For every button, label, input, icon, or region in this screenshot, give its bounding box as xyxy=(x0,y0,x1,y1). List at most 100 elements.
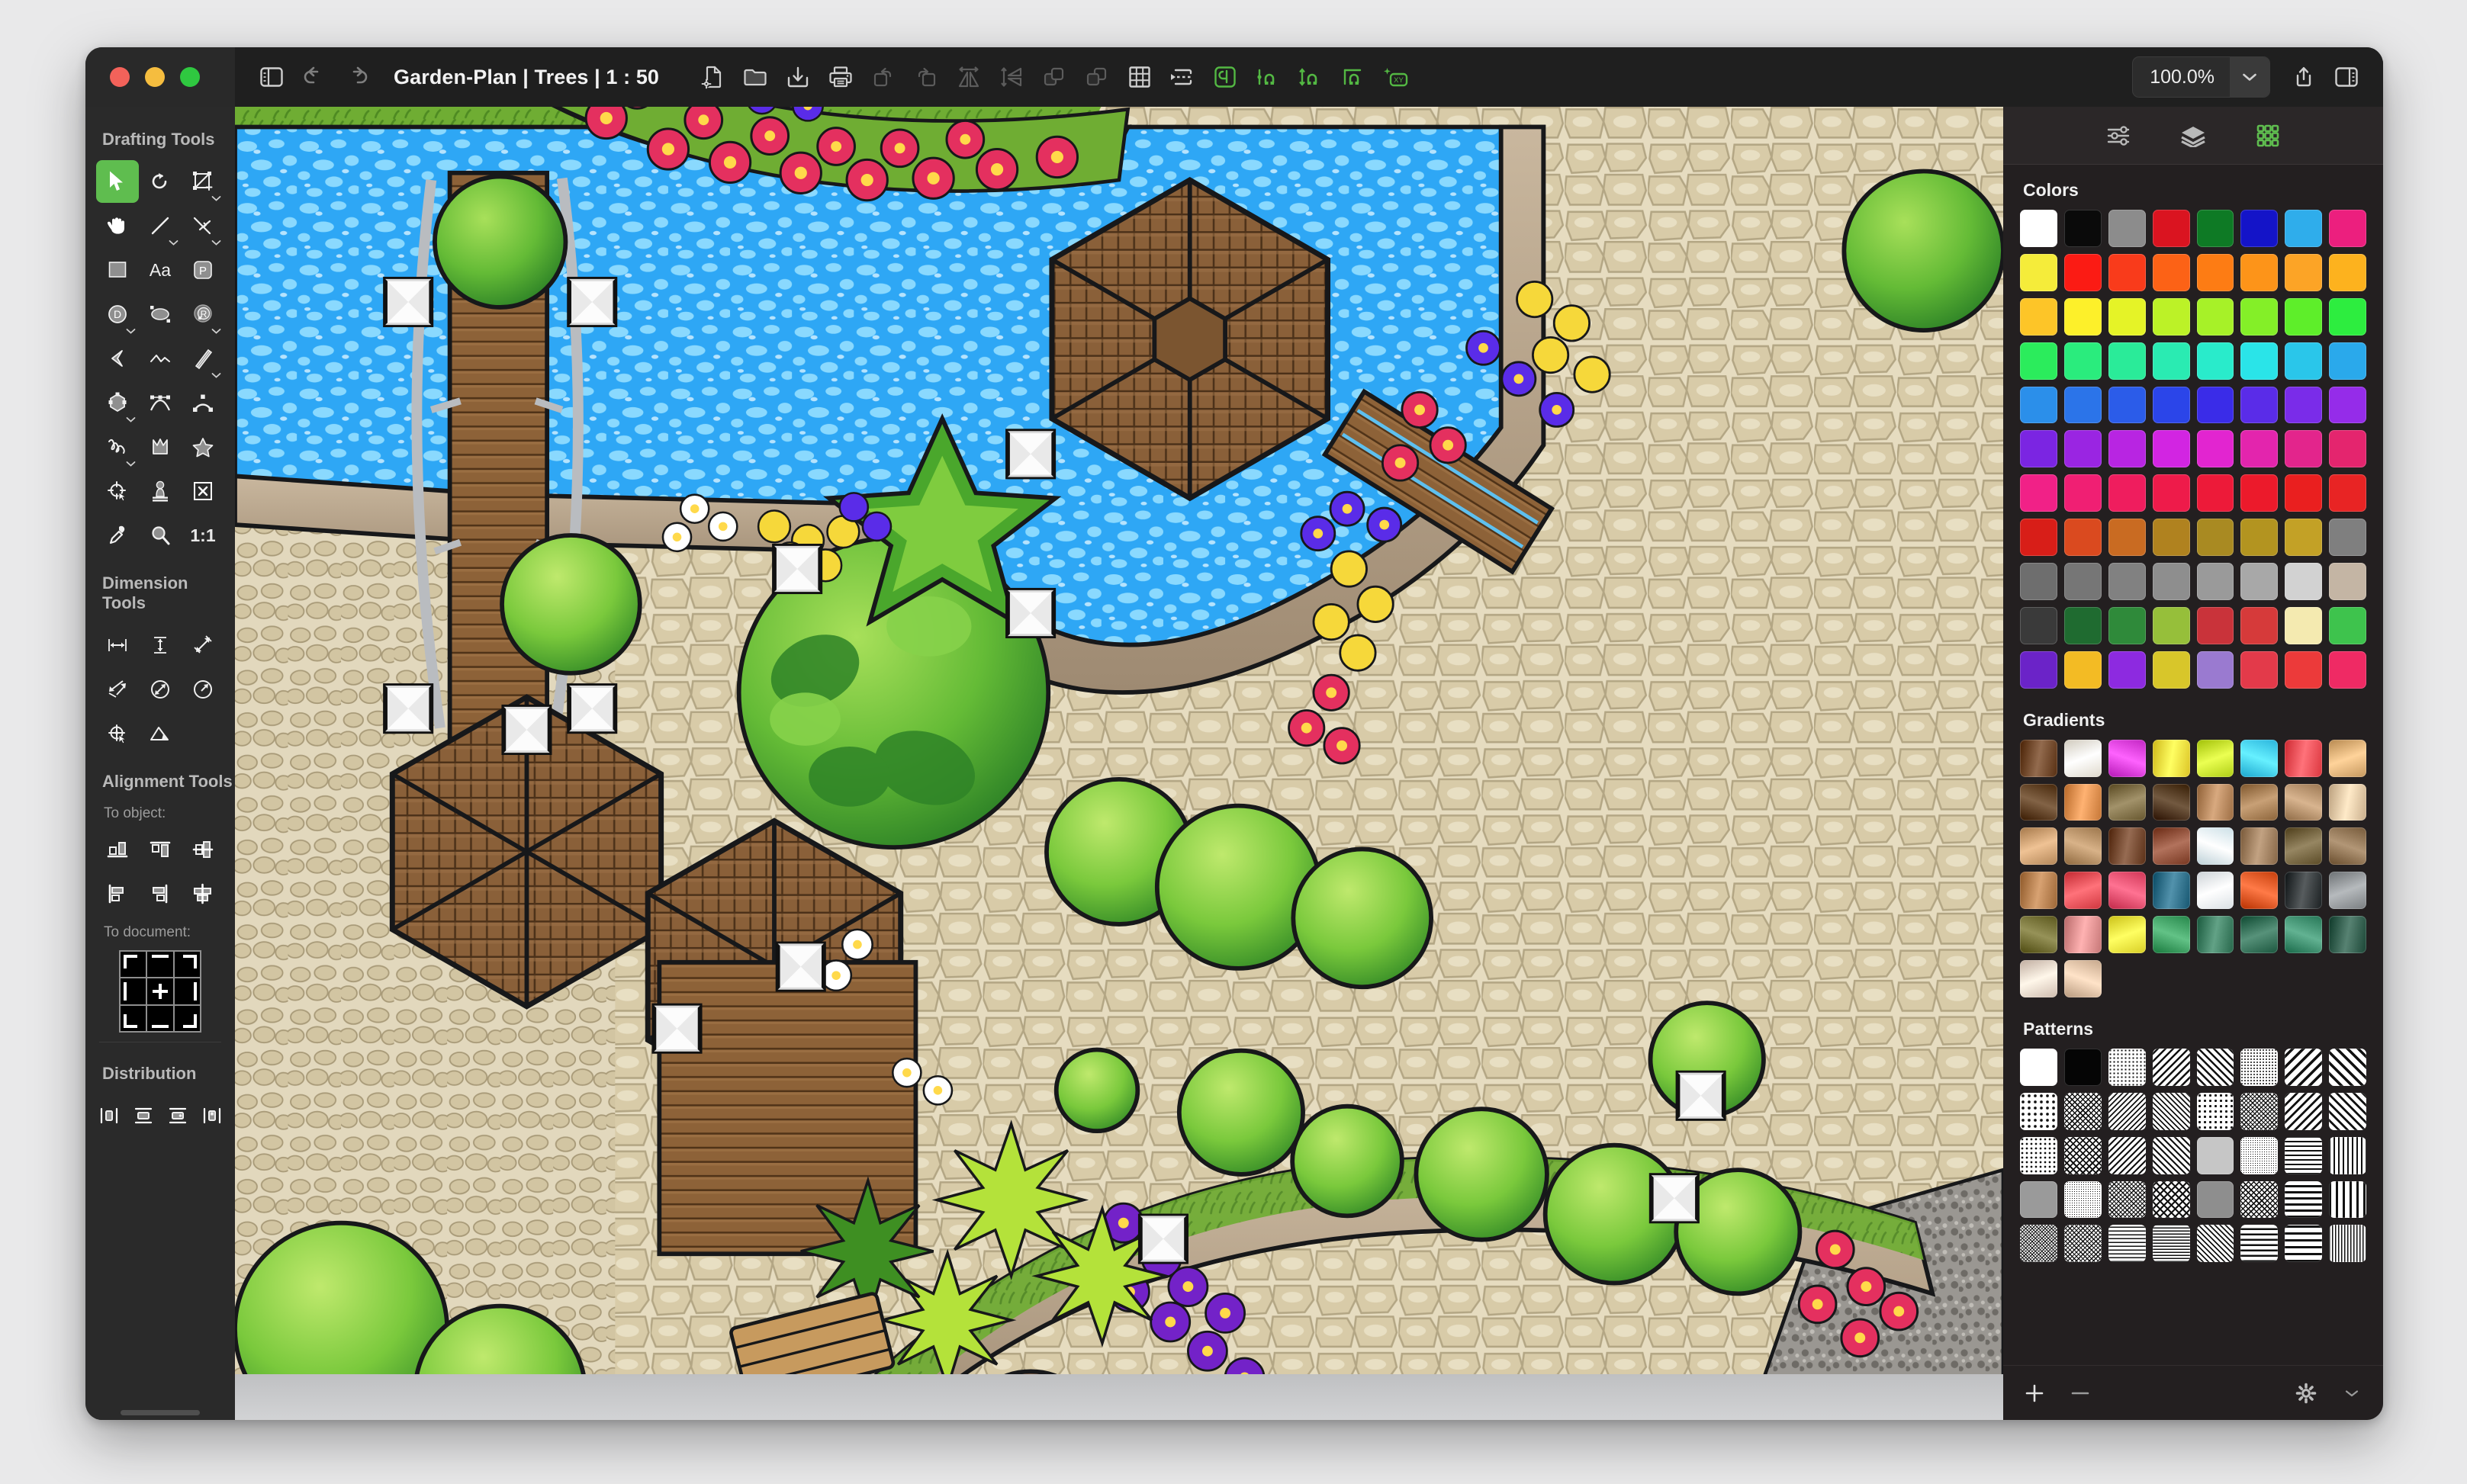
pattern-swatch[interactable] xyxy=(2152,1180,2190,1219)
pattern-swatch[interactable] xyxy=(2020,1180,2057,1219)
color-swatch[interactable] xyxy=(2285,474,2323,512)
gradient-swatch[interactable] xyxy=(2196,872,2234,910)
gradient-swatch[interactable] xyxy=(2108,872,2146,910)
gradient-swatch[interactable] xyxy=(2285,916,2323,953)
inspector-tab[interactable] xyxy=(2099,117,2138,154)
color-swatch[interactable] xyxy=(2240,210,2279,247)
gradient-swatch[interactable] xyxy=(2196,916,2234,953)
gradient-swatch[interactable] xyxy=(2063,827,2102,866)
color-swatch[interactable] xyxy=(2020,430,2057,468)
pattern-swatch[interactable] xyxy=(2285,1092,2323,1130)
align-doc-bottom-center[interactable] xyxy=(146,1004,174,1032)
gradient-swatch[interactable] xyxy=(2329,872,2366,910)
line-tool[interactable] xyxy=(139,204,182,247)
pattern-swatch[interactable] xyxy=(2329,1136,2366,1174)
color-swatch[interactable] xyxy=(2152,210,2190,247)
pattern-swatch[interactable] xyxy=(2240,1180,2279,1219)
color-swatch[interactable] xyxy=(2285,297,2323,336)
gradient-swatch[interactable] xyxy=(2285,783,2323,821)
pan-tool[interactable] xyxy=(96,204,139,247)
gradient-swatch[interactable] xyxy=(2020,783,2057,821)
pattern-swatch[interactable] xyxy=(2020,1092,2057,1130)
color-swatch[interactable] xyxy=(2240,342,2279,380)
pattern-swatch[interactable] xyxy=(2196,1180,2234,1219)
save-download-icon[interactable] xyxy=(778,57,818,97)
gradient-swatch[interactable] xyxy=(2063,960,2102,997)
pattern-swatch[interactable] xyxy=(2063,1048,2102,1086)
ellipse-tool[interactable] xyxy=(139,293,182,336)
color-swatch[interactable] xyxy=(2240,519,2279,556)
color-swatch[interactable] xyxy=(2152,342,2190,380)
gradient-swatch[interactable] xyxy=(2152,872,2190,910)
color-swatch[interactable] xyxy=(2020,519,2057,556)
color-swatch[interactable] xyxy=(2285,650,2323,689)
color-swatch[interactable] xyxy=(2063,342,2102,380)
sidebar-right-icon[interactable] xyxy=(2327,57,2366,97)
color-swatch[interactable] xyxy=(2020,563,2057,600)
pattern-swatch[interactable] xyxy=(2329,1225,2366,1263)
freehand-tool[interactable] xyxy=(96,426,139,468)
pattern-swatch[interactable] xyxy=(2196,1048,2234,1086)
snap-distance-icon[interactable] xyxy=(1291,57,1330,97)
snap-xy-icon[interactable]: XY xyxy=(1376,57,1416,97)
swatches-tab[interactable] xyxy=(2248,117,2288,154)
color-swatch[interactable] xyxy=(2108,474,2146,512)
garden-plan-artwork[interactable] xyxy=(235,107,2003,1420)
gradient-swatch[interactable] xyxy=(2285,739,2323,777)
flip-horizontal-icon[interactable] xyxy=(949,57,989,97)
rotate-tool[interactable] xyxy=(139,160,182,203)
nine-cell-align-grid-icon[interactable] xyxy=(119,950,201,1033)
color-swatch[interactable] xyxy=(2020,342,2057,380)
pattern-swatch[interactable] xyxy=(2196,1225,2234,1263)
color-swatch[interactable] xyxy=(2063,253,2102,291)
color-swatch[interactable] xyxy=(2152,430,2190,468)
color-swatch[interactable] xyxy=(2020,210,2057,247)
perpendicular-tool[interactable] xyxy=(182,204,224,247)
gradient-swatch[interactable] xyxy=(2240,739,2279,777)
pattern-swatch[interactable] xyxy=(2063,1225,2102,1263)
pattern-swatch[interactable] xyxy=(2152,1225,2190,1263)
drawing-canvas[interactable] xyxy=(235,107,2003,1420)
pattern-swatch[interactable] xyxy=(2063,1180,2102,1219)
diameter-circle-tool[interactable]: D xyxy=(96,293,139,336)
arc-tool[interactable] xyxy=(182,381,224,424)
color-swatch[interactable] xyxy=(2063,386,2102,424)
gradient-swatch[interactable] xyxy=(2329,916,2366,953)
color-swatch[interactable] xyxy=(2196,519,2234,556)
plus-icon[interactable] xyxy=(2020,1379,2049,1408)
pattern-swatch[interactable] xyxy=(2196,1092,2234,1130)
color-swatch[interactable] xyxy=(2196,297,2234,336)
gradient-swatch[interactable] xyxy=(2285,827,2323,866)
color-swatch[interactable] xyxy=(2108,563,2146,600)
diameter-dimension-tool[interactable] xyxy=(139,668,182,711)
snap-bounds-icon[interactable] xyxy=(1205,57,1245,97)
gradient-swatch[interactable] xyxy=(2240,827,2279,866)
color-swatch[interactable] xyxy=(2020,474,2057,512)
color-swatch[interactable] xyxy=(2196,650,2234,689)
color-swatch[interactable] xyxy=(2020,297,2057,336)
color-swatch[interactable] xyxy=(2329,253,2366,291)
align-doc-top-right[interactable] xyxy=(173,951,201,978)
color-swatch[interactable] xyxy=(2196,386,2234,424)
color-swatch[interactable] xyxy=(2063,606,2102,644)
gradient-swatch[interactable] xyxy=(2152,827,2190,866)
pattern-swatch[interactable] xyxy=(2108,1136,2146,1174)
pattern-swatch[interactable] xyxy=(2329,1092,2366,1130)
color-swatch[interactable] xyxy=(2240,386,2279,424)
gradient-swatch[interactable] xyxy=(2063,739,2102,777)
horizontal-dimension-tool[interactable] xyxy=(96,624,139,667)
gradient-swatch[interactable] xyxy=(2240,916,2279,953)
rotate-left-icon[interactable] xyxy=(864,57,903,97)
pattern-swatch[interactable] xyxy=(2020,1225,2057,1263)
gradient-swatch[interactable] xyxy=(2063,872,2102,910)
color-swatch[interactable] xyxy=(2152,519,2190,556)
pattern-swatch[interactable] xyxy=(2063,1092,2102,1130)
color-swatch[interactable] xyxy=(2196,342,2234,380)
color-swatch[interactable] xyxy=(2063,563,2102,600)
color-swatch[interactable] xyxy=(2108,210,2146,247)
color-swatch[interactable] xyxy=(2196,253,2234,291)
chevron-shape-tool[interactable] xyxy=(96,337,139,380)
print-icon[interactable] xyxy=(821,57,860,97)
redo-arrow-icon[interactable] xyxy=(337,57,377,97)
gradient-swatch[interactable] xyxy=(2196,783,2234,821)
